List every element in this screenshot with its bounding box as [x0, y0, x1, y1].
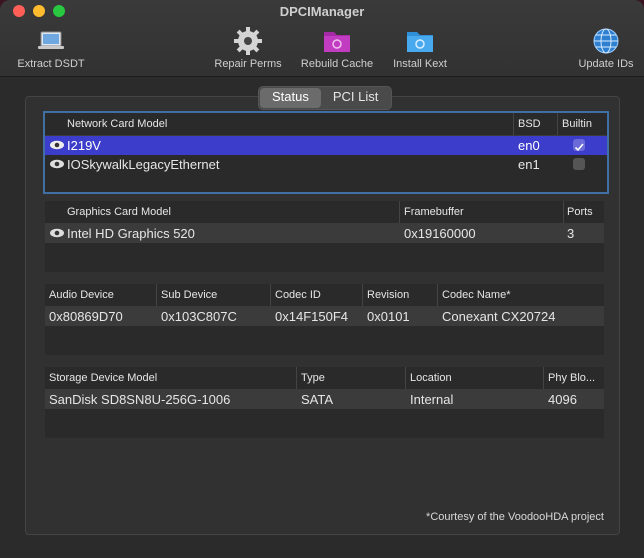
footer-note: *Courtesy of the VoodooHDA project [426, 511, 604, 523]
table-row[interactable]: I219V en0 [45, 136, 607, 155]
framebuffer-cell: 0x19160000 [404, 226, 476, 241]
bsd-cell: en1 [518, 157, 540, 172]
laptop-icon [14, 26, 88, 56]
extract-dsdt-button[interactable]: Extract DSDT [14, 26, 88, 70]
globe-icon [572, 26, 640, 56]
audio-table[interactable]: Audio Device Sub Device Codec ID Revisio… [45, 284, 604, 355]
col-bsd[interactable]: BSD [518, 113, 541, 135]
eye-icon[interactable] [49, 136, 65, 155]
tab-pci-list[interactable]: PCI List [321, 88, 391, 108]
table-row[interactable]: 0x80869D70 0x103C807C 0x14F150F4 0x0101 … [45, 307, 604, 326]
sub-device-cell: 0x103C807C [161, 309, 237, 324]
repair-perms-label: Repair Perms [214, 58, 282, 70]
col-framebuffer[interactable]: Framebuffer [404, 201, 464, 223]
builtin-checkbox[interactable] [573, 158, 585, 170]
codec-name-cell: Conexant CX20724 [442, 309, 556, 324]
col-network-model[interactable]: Network Card Model [67, 113, 167, 135]
install-kext-button[interactable]: Install Kext [388, 26, 452, 70]
location-cell: Internal [410, 392, 454, 407]
repair-perms-button[interactable]: Repair Perms [211, 26, 285, 70]
graphics-table-header: Graphics Card Model Framebuffer Ports [45, 201, 604, 224]
audio-device-cell: 0x80869D70 [49, 309, 123, 324]
storage-table[interactable]: Storage Device Model Type Location Phy B… [45, 367, 604, 438]
graphics-table[interactable]: Graphics Card Model Framebuffer Ports In… [45, 201, 604, 272]
install-kext-label: Install Kext [393, 58, 447, 70]
titlebar: DPCIManager Extract DSDT Repair Perms Re… [0, 0, 644, 77]
network-table-header: Network Card Model BSD Builtin [45, 113, 607, 136]
rebuild-cache-label: Rebuild Cache [300, 58, 374, 70]
window-title: DPCIManager [279, 4, 365, 19]
col-codec-name[interactable]: Codec Name* [442, 284, 510, 306]
table-row[interactable]: SanDisk SD8SN8U-256G-1006 SATA Internal … [45, 390, 604, 409]
blue-folder-icon [388, 26, 452, 56]
col-codec-id[interactable]: Codec ID [275, 284, 321, 306]
col-location[interactable]: Location [410, 367, 452, 389]
col-builtin[interactable]: Builtin [562, 113, 592, 135]
col-type[interactable]: Type [301, 367, 325, 389]
update-ids-button[interactable]: Update IDs [572, 26, 640, 70]
eye-icon[interactable] [49, 224, 65, 243]
storage-table-header: Storage Device Model Type Location Phy B… [45, 367, 604, 390]
tab-control: Status PCI List [258, 86, 393, 110]
update-ids-label: Update IDs [578, 58, 634, 70]
network-model-cell: IOSkywalkLegacyEthernet [67, 157, 220, 172]
type-cell: SATA [301, 392, 334, 407]
app-window: DPCIManager Extract DSDT Repair Perms Re… [0, 0, 644, 558]
col-audio-device[interactable]: Audio Device [49, 284, 114, 306]
tab-status[interactable]: Status [260, 88, 321, 108]
purple-folder-icon [297, 26, 377, 56]
phy-block-cell: 4096 [548, 392, 577, 407]
col-phy-block[interactable]: Phy Blo... [548, 367, 595, 389]
graphics-model-cell: Intel HD Graphics 520 [67, 226, 195, 241]
network-table[interactable]: Network Card Model BSD Builtin I219V en0… [43, 111, 609, 194]
table-row[interactable]: Intel HD Graphics 520 0x19160000 3 [45, 224, 604, 243]
network-model-cell: I219V [67, 138, 101, 153]
col-storage-model[interactable]: Storage Device Model [49, 367, 157, 389]
eye-icon[interactable] [49, 155, 65, 174]
table-row[interactable]: IOSkywalkLegacyEthernet en1 [45, 155, 607, 174]
col-ports[interactable]: Ports [567, 201, 593, 223]
rebuild-cache-button[interactable]: Rebuild Cache [297, 26, 377, 70]
revision-cell: 0x0101 [367, 309, 410, 324]
audio-table-header: Audio Device Sub Device Codec ID Revisio… [45, 284, 604, 307]
col-sub-device[interactable]: Sub Device [161, 284, 217, 306]
codec-id-cell: 0x14F150F4 [275, 309, 348, 324]
bsd-cell: en0 [518, 138, 540, 153]
col-revision[interactable]: Revision [367, 284, 409, 306]
storage-model-cell: SanDisk SD8SN8U-256G-1006 [49, 392, 231, 407]
builtin-checkbox[interactable] [573, 139, 585, 152]
gear-icon [211, 26, 285, 56]
ports-cell: 3 [567, 226, 575, 241]
col-graphics-model[interactable]: Graphics Card Model [67, 201, 171, 223]
extract-dsdt-label: Extract DSDT [17, 58, 85, 70]
